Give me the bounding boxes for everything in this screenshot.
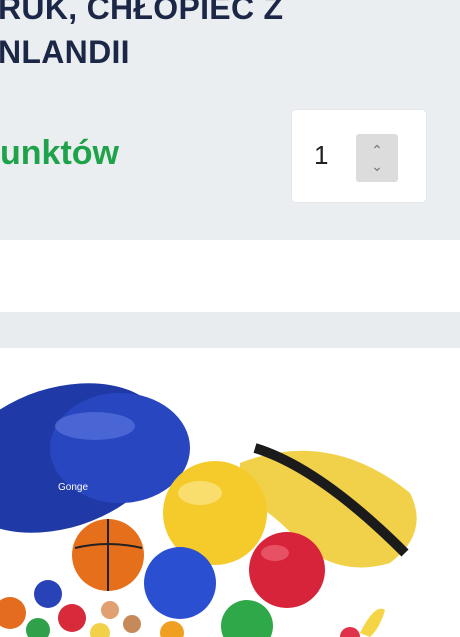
- small-orange-ball: [0, 597, 26, 629]
- quantity-field[interactable]: 1 ⌃ ⌄: [292, 110, 426, 202]
- quantity-value[interactable]: 1: [314, 140, 328, 171]
- chevron-down-icon[interactable]: ⌄: [371, 158, 383, 174]
- product-image-illustration: Gonge: [0, 383, 417, 637]
- ball-brand-text: Gonge: [58, 482, 88, 493]
- product-image: Gonge: [0, 348, 460, 637]
- small-blue-ball: [34, 580, 62, 608]
- product-card: RUK, CHŁOPIEC Z NLANDII unktów 1 ⌃ ⌄: [0, 0, 460, 240]
- points-label: unktów: [0, 134, 119, 172]
- orange-basketball: [72, 519, 144, 591]
- chevron-up-icon[interactable]: ⌃: [371, 142, 383, 158]
- quantity-stepper[interactable]: ⌃ ⌄: [356, 134, 398, 182]
- small-red-ball: [58, 604, 86, 632]
- small-yellow-ball: [90, 623, 110, 637]
- section-divider: [0, 312, 460, 348]
- small-amber-ball: [160, 621, 184, 637]
- product-title-line-1: RUK, CHŁOPIEC Z: [0, 0, 284, 26]
- small-tan-ball: [101, 601, 119, 619]
- product-title-line-2: NLANDII: [0, 34, 130, 70]
- yellow-fragment: [360, 608, 385, 637]
- product-title: RUK, CHŁOPIEC Z NLANDII: [0, 0, 460, 74]
- small-green-ball: [26, 618, 50, 637]
- small-brown-ball: [123, 615, 141, 633]
- blue-spiky-ball: [144, 547, 216, 619]
- spacer-band: [0, 240, 460, 312]
- red-ball: [249, 532, 325, 608]
- green-ball: [221, 600, 273, 637]
- small-pink-ball: [340, 627, 360, 637]
